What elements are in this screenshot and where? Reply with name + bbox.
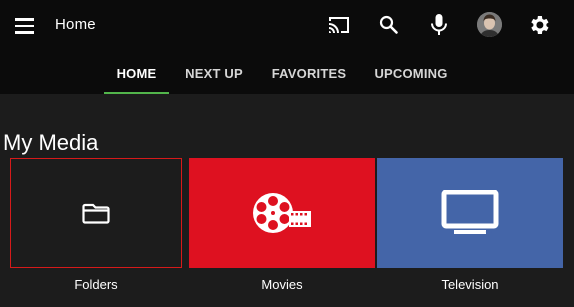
library-label-folders: Folders bbox=[74, 277, 118, 292]
cast-button[interactable] bbox=[326, 12, 352, 38]
microphone-icon bbox=[431, 14, 447, 35]
library-tile-folders bbox=[10, 158, 182, 268]
search-icon bbox=[379, 15, 398, 34]
tab-favorites[interactable]: FAVORITES bbox=[264, 58, 354, 94]
tab-favorites-label: FAVORITES bbox=[271, 66, 347, 81]
library-label-movies: Movies bbox=[261, 277, 303, 292]
settings-icon bbox=[531, 16, 549, 34]
library-card-television[interactable]: Television bbox=[377, 158, 563, 292]
folder-icon bbox=[82, 203, 110, 224]
avatar-icon bbox=[477, 12, 502, 37]
user-avatar[interactable] bbox=[477, 12, 502, 37]
voice-search-button[interactable] bbox=[426, 12, 452, 38]
app-header: Home HOME NEXT UP FAVORITES UPCOMING bbox=[0, 0, 574, 94]
tab-home[interactable]: HOME bbox=[104, 58, 169, 94]
tv-icon bbox=[441, 190, 499, 234]
library-tile-television bbox=[377, 158, 563, 268]
tab-next-up-label: NEXT UP bbox=[185, 66, 243, 81]
tab-home-label: HOME bbox=[116, 66, 157, 81]
library-card-movies[interactable]: Movies bbox=[189, 158, 375, 292]
search-button[interactable] bbox=[376, 12, 402, 38]
menu-button[interactable] bbox=[14, 15, 36, 37]
tab-upcoming[interactable]: UPCOMING bbox=[366, 58, 456, 94]
library-label-television: Television bbox=[441, 277, 499, 292]
menu-icon-bar bbox=[15, 31, 34, 34]
tab-bar: HOME NEXT UP FAVORITES UPCOMING bbox=[0, 58, 574, 94]
active-tab-indicator bbox=[104, 92, 169, 94]
settings-button[interactable] bbox=[526, 12, 552, 38]
tab-next-up[interactable]: NEXT UP bbox=[177, 58, 251, 94]
library-tile-movies bbox=[189, 158, 375, 268]
film-reel-icon bbox=[253, 193, 311, 233]
tab-upcoming-label: UPCOMING bbox=[374, 66, 448, 81]
section-title: My Media bbox=[3, 130, 99, 155]
page-title: Home bbox=[55, 16, 96, 33]
library-card-folders[interactable]: Folders bbox=[10, 158, 182, 292]
menu-icon-bar bbox=[15, 24, 34, 27]
cast-icon bbox=[329, 17, 349, 33]
menu-icon-bar bbox=[15, 18, 34, 21]
